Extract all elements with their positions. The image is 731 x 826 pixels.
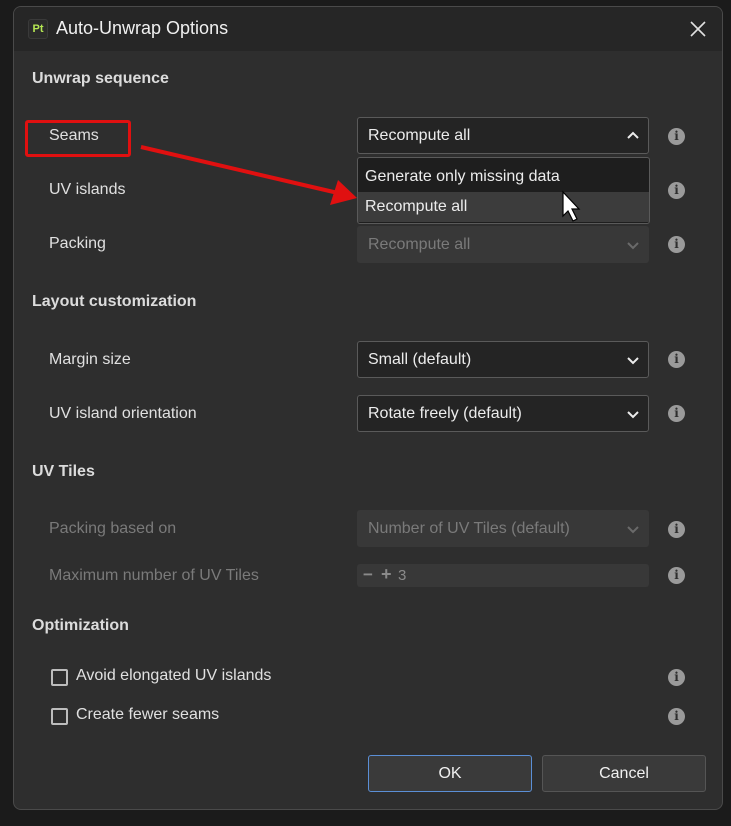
section-uv-tiles: UV Tiles xyxy=(32,463,95,480)
cancel-button[interactable]: Cancel xyxy=(542,755,706,792)
close-icon xyxy=(690,21,706,37)
auto-unwrap-dialog: Pt Auto-Unwrap Options Unwrap sequence S… xyxy=(13,6,723,810)
fewer-seams-info-icon[interactable]: i xyxy=(668,708,685,725)
orientation-label: UV island orientation xyxy=(49,405,197,422)
max-uv-tiles-stepper: − + 3 xyxy=(357,564,649,587)
chevron-down-icon xyxy=(627,357,639,365)
packing-based-on-dropdown: Number of UV Tiles (default) xyxy=(357,510,649,547)
orientation-info-icon[interactable]: i xyxy=(668,405,685,422)
packing-based-on-label: Packing based on xyxy=(49,520,177,537)
ok-button[interactable]: OK xyxy=(368,755,532,792)
dialog-title: Auto-Unwrap Options xyxy=(56,18,229,38)
avoid-elongated-label[interactable]: Avoid elongated UV islands xyxy=(76,667,271,685)
menu-item-generate-missing[interactable]: Generate only missing data xyxy=(358,162,649,192)
fewer-seams-checkbox[interactable] xyxy=(51,708,68,725)
section-layout-customization: Layout customization xyxy=(32,293,197,310)
seams-dropdown-menu: Generate only missing data Recompute all xyxy=(357,157,650,224)
chevron-down-icon xyxy=(627,242,639,250)
chevron-down-icon xyxy=(627,411,639,419)
uv-islands-label: UV islands xyxy=(49,181,126,198)
packing-info-icon[interactable]: i xyxy=(668,236,685,253)
seams-info-icon[interactable]: i xyxy=(668,128,685,145)
packing-label: Packing xyxy=(49,235,106,252)
minus-icon: − xyxy=(363,565,373,584)
close-button[interactable] xyxy=(684,15,712,43)
app-logo-icon: Pt xyxy=(28,19,48,39)
chevron-up-icon xyxy=(627,131,639,139)
packing-dropdown-value: Recompute all xyxy=(368,236,471,253)
packing-based-on-info-icon[interactable]: i xyxy=(668,521,685,538)
seams-dropdown[interactable]: Recompute all xyxy=(357,117,649,154)
margin-size-value: Small (default) xyxy=(368,351,472,368)
seams-dropdown-value: Recompute all xyxy=(368,127,471,144)
orientation-dropdown[interactable]: Rotate freely (default) xyxy=(357,395,649,432)
max-uv-tiles-info-icon[interactable]: i xyxy=(668,567,685,584)
packing-based-on-value: Number of UV Tiles (default) xyxy=(368,520,570,537)
max-uv-tiles-label: Maximum number of UV Tiles xyxy=(49,567,259,584)
plus-icon: + xyxy=(381,564,392,584)
fewer-seams-label[interactable]: Create fewer seams xyxy=(76,706,219,724)
margin-size-info-icon[interactable]: i xyxy=(668,351,685,368)
margin-size-dropdown[interactable]: Small (default) xyxy=(357,341,649,378)
avoid-elongated-checkbox[interactable] xyxy=(51,669,68,686)
uv-islands-info-icon[interactable]: i xyxy=(668,182,685,199)
orientation-value: Rotate freely (default) xyxy=(368,405,522,422)
chevron-down-icon xyxy=(627,526,639,534)
max-uv-tiles-value: 3 xyxy=(398,567,407,584)
seams-highlight-annotation xyxy=(25,120,131,157)
menu-item-recompute-all[interactable]: Recompute all xyxy=(358,192,649,222)
section-optimization: Optimization xyxy=(32,617,129,634)
margin-size-label: Margin size xyxy=(49,351,131,368)
section-unwrap-sequence: Unwrap sequence xyxy=(32,70,169,87)
title-bar: Pt Auto-Unwrap Options xyxy=(14,7,722,51)
packing-dropdown: Recompute all xyxy=(357,226,649,263)
avoid-elongated-info-icon[interactable]: i xyxy=(668,669,685,686)
